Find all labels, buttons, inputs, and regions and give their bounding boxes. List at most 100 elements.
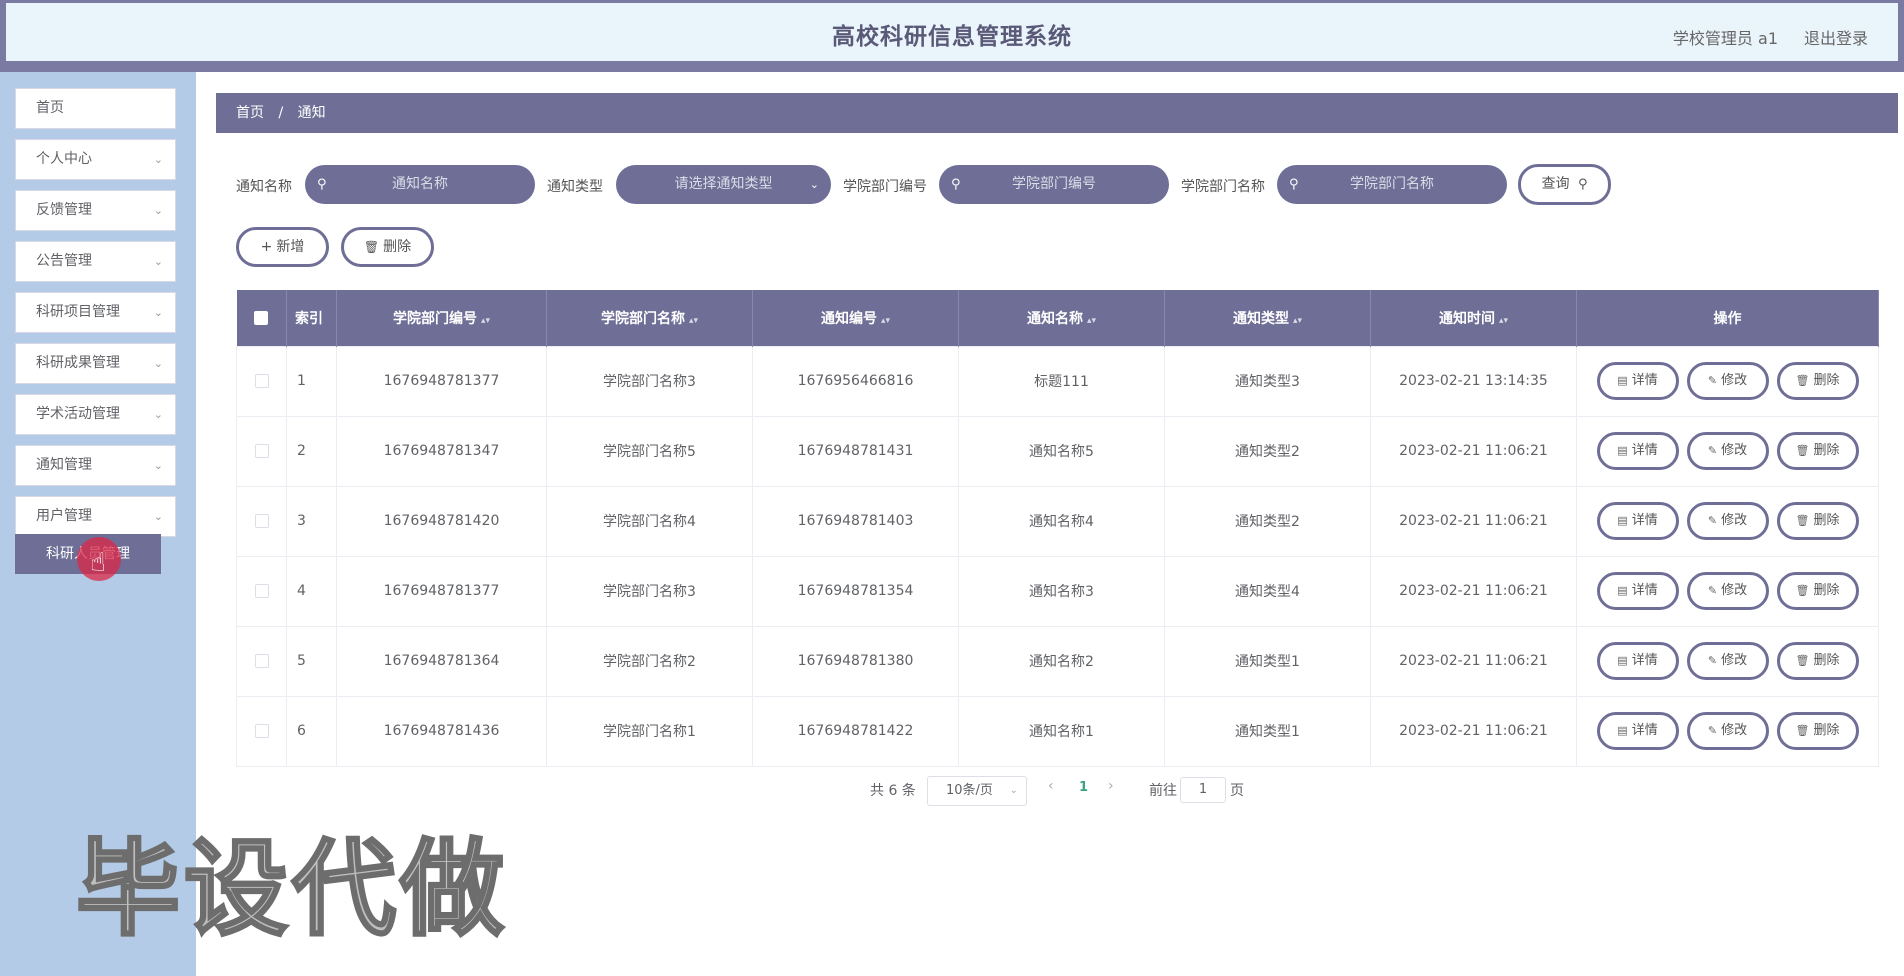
cell-dept-name: 学院部门名称4	[546, 485, 753, 557]
sidebar-item-personal-center[interactable]: 个人中心 ⌄	[15, 139, 176, 180]
detail-button[interactable]: ▤ 详情	[1596, 502, 1679, 540]
sidebar-item-label: 科研成果管理	[36, 355, 120, 371]
detail-button[interactable]: ▤ 详情	[1596, 712, 1679, 750]
delete-button-label: 删除	[1813, 513, 1840, 528]
chevron-down-icon: ⌄	[153, 204, 163, 217]
chevron-down-icon: ⌄	[153, 408, 163, 421]
row-checkbox[interactable]	[254, 444, 269, 458]
detail-button-label: 详情	[1631, 443, 1658, 458]
sort-icon[interactable]: ▴▾	[1087, 316, 1096, 326]
edit-button[interactable]: ✎ 修改	[1686, 362, 1769, 400]
sidebar-item-research-result[interactable]: 科研成果管理 ⌄	[15, 343, 176, 384]
next-page-button[interactable]: ›	[1108, 778, 1114, 794]
hand-cursor-icon: ☝	[90, 548, 106, 578]
edit-button[interactable]: ✎ 修改	[1686, 572, 1769, 610]
row-checkbox[interactable]	[254, 654, 269, 668]
sort-icon[interactable]: ▴▾	[1293, 316, 1302, 326]
detail-button[interactable]: ▤ 详情	[1596, 642, 1679, 680]
select-all-checkbox[interactable]	[254, 310, 269, 325]
column-header-1[interactable]: 学院部门编号 ▴▾	[336, 290, 547, 346]
cell-notice-type: 通知类型2	[1164, 415, 1371, 487]
cell-notice-no: 1676948781422	[752, 695, 959, 767]
delete-button[interactable]: 🗑 删除	[1776, 362, 1859, 400]
sidebar-item-announcement[interactable]: 公告管理 ⌄	[15, 241, 176, 282]
query-button[interactable]: 查询 ⚲	[1518, 164, 1611, 205]
cell-dept-no: 1676948781364	[336, 625, 547, 697]
row-actions: ▤ 详情 ✎ 修改 🗑 删除	[1576, 415, 1879, 487]
prev-page-button[interactable]: ‹	[1048, 778, 1054, 794]
sort-icon[interactable]: ▴▾	[881, 316, 890, 326]
edit-button[interactable]: ✎ 修改	[1686, 642, 1769, 680]
row-checkbox[interactable]	[254, 724, 269, 738]
edit-button[interactable]: ✎ 修改	[1686, 432, 1769, 470]
notice-type-select[interactable]: 请选择通知类型 ⌄	[616, 165, 831, 204]
row-select-cell	[236, 625, 287, 697]
dept-no-input[interactable]: ⚲ 学院部门编号	[939, 165, 1169, 204]
delete-button-label: 删除	[1813, 443, 1840, 458]
page-size-select[interactable]: 10条/页 ⌄	[927, 776, 1027, 806]
cell-notice-no: 1676948781431	[752, 415, 959, 487]
dept-no-placeholder: 学院部门编号	[1012, 176, 1096, 192]
sidebar-item-home[interactable]: 首页	[15, 88, 176, 129]
column-header-label: 学院部门编号	[392, 310, 477, 327]
search-icon: ⚲	[1577, 177, 1588, 192]
delete-button[interactable]: 🗑 删除	[1776, 502, 1859, 540]
header-bar: 高校科研信息管理系统 学校管理员 a1 退出登录	[6, 3, 1898, 61]
detail-button[interactable]: ▤ 详情	[1596, 432, 1679, 470]
sort-icon[interactable]: ▴▾	[481, 316, 490, 326]
sidebar-item-label: 反馈管理	[36, 202, 92, 218]
app-header: 高校科研信息管理系统 学校管理员 a1 退出登录	[0, 0, 1904, 72]
add-button-label: 新增	[276, 239, 305, 255]
edit-button-label: 修改	[1721, 723, 1748, 738]
detail-button[interactable]: ▤ 详情	[1596, 362, 1679, 400]
sidebar-item-notice[interactable]: 通知管理 ⌄	[15, 445, 176, 486]
delete-button[interactable]: 🗑 删除	[1776, 572, 1859, 610]
cell-dept-name: 学院部门名称3	[546, 345, 753, 417]
detail-button[interactable]: ▤ 详情	[1596, 572, 1679, 610]
goto-page-input[interactable]: 1	[1180, 777, 1226, 803]
delete-button[interactable]: 🗑 删除	[1776, 642, 1859, 680]
sidebar-item-user[interactable]: 用户管理 ⌄	[15, 496, 176, 537]
notice-name-input[interactable]: ⚲ 通知名称	[305, 165, 535, 204]
cell-notice-name: 标题111	[958, 345, 1165, 417]
breadcrumb-home[interactable]: 首页	[236, 105, 264, 121]
sidebar-item-feedback[interactable]: 反馈管理 ⌄	[15, 190, 176, 231]
sort-icon[interactable]: ▴▾	[1499, 316, 1508, 326]
column-header-4[interactable]: 通知名称 ▴▾	[958, 290, 1165, 346]
cell-dept-name: 学院部门名称1	[546, 695, 753, 767]
delete-button[interactable]: 🗑 删除	[1776, 432, 1859, 470]
edit-icon: ✎	[1707, 654, 1718, 667]
row-checkbox[interactable]	[254, 584, 269, 598]
row-checkbox[interactable]	[254, 374, 269, 388]
cell-notice-name: 通知名称1	[958, 695, 1165, 767]
sidebar-item-academic-activity[interactable]: 学术活动管理 ⌄	[15, 394, 176, 435]
logout-link[interactable]: 退出登录	[1804, 25, 1868, 49]
goto-page-unit: 页	[1230, 783, 1244, 799]
table-header-row: 索引 学院部门编号 ▴▾ 学院部门名称 ▴▾ 通知编号 ▴▾ 通知名称 ▴▾ 通知类型 ▴▾ 通知时间…	[236, 290, 1879, 346]
column-header-2[interactable]: 学院部门名称 ▴▾	[546, 290, 753, 346]
edit-button[interactable]: ✎ 修改	[1686, 502, 1769, 540]
add-button[interactable]: + 新增	[236, 227, 329, 267]
select-all-cell[interactable]	[236, 290, 287, 346]
delete-button[interactable]: 🗑 删除	[1776, 712, 1859, 750]
column-header-0: 索引	[286, 290, 337, 346]
cell-notice-no: 1676948781403	[752, 485, 959, 557]
cell-notice-time: 2023-02-21 11:06:21	[1370, 485, 1577, 557]
row-checkbox[interactable]	[254, 514, 269, 528]
sidebar-item-research-project[interactable]: 科研项目管理 ⌄	[15, 292, 176, 333]
column-header-label: 通知类型	[1232, 310, 1289, 327]
sort-icon[interactable]: ▴▾	[689, 316, 698, 326]
column-header-5[interactable]: 通知类型 ▴▾	[1164, 290, 1371, 346]
edit-button[interactable]: ✎ 修改	[1686, 712, 1769, 750]
goto-label: 前往	[1149, 783, 1177, 799]
chevron-down-icon: ⌄	[153, 510, 163, 523]
cell-notice-no: 1676948781354	[752, 555, 959, 627]
batch-delete-button[interactable]: 🗑 删除	[341, 227, 434, 267]
edit-icon: ✎	[1707, 724, 1718, 737]
column-header-3[interactable]: 通知编号 ▴▾	[752, 290, 959, 346]
column-header-label: 操作	[1713, 310, 1742, 327]
dept-name-input[interactable]: ⚲ 学院部门名称	[1277, 165, 1507, 204]
edit-icon: ✎	[1707, 444, 1718, 457]
page-number-1[interactable]: 1	[1079, 780, 1088, 795]
column-header-6[interactable]: 通知时间 ▴▾	[1370, 290, 1577, 346]
